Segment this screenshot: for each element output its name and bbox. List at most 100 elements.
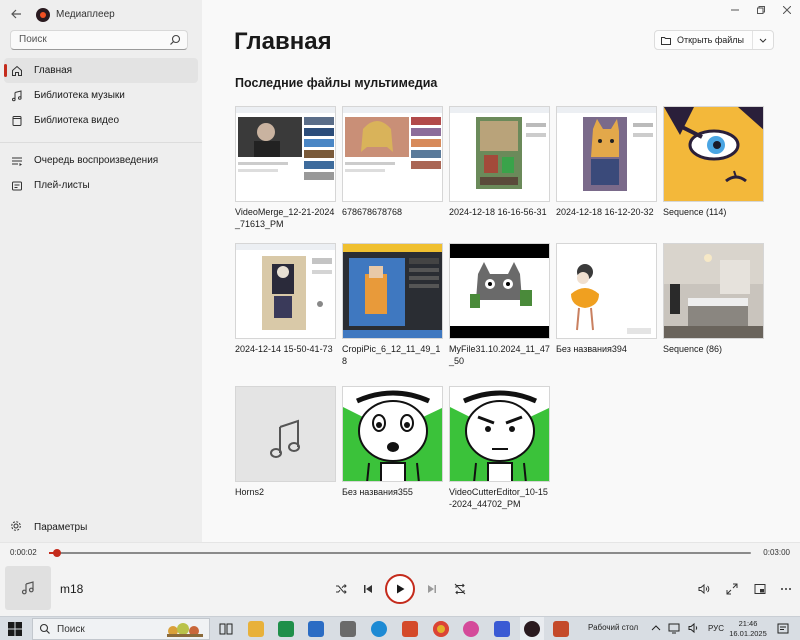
chrome-icon[interactable]	[433, 621, 449, 637]
search-highlight-icon	[167, 623, 203, 637]
file-explorer-icon[interactable]	[248, 621, 264, 637]
search-box[interactable]	[10, 30, 188, 50]
track-title: m18	[60, 582, 84, 596]
media-tile[interactable]: VideoMerge_12-21-2024_71613_PM	[235, 106, 336, 230]
media-title: Без названия394	[556, 344, 627, 354]
taskbar-search-label: Поиск	[57, 623, 85, 635]
mini-player-icon	[754, 584, 766, 594]
seek-bar-thumb[interactable]	[53, 549, 61, 557]
nav-item-home[interactable]: Главная	[4, 58, 198, 83]
title-bar: Медиаплеер	[0, 0, 202, 30]
restore-button[interactable]	[748, 0, 774, 20]
close-button[interactable]	[774, 0, 800, 20]
edge-icon[interactable]	[371, 621, 387, 637]
media-tile[interactable]: CropiPic_6_12_11_49_18	[342, 243, 443, 367]
previous-button[interactable]	[360, 581, 376, 597]
app-icon[interactable]	[463, 621, 479, 637]
media-thumbnail	[342, 243, 443, 339]
minimize-button[interactable]	[722, 0, 748, 20]
media-tile[interactable]: 2024-12-18 16-12-20-32	[556, 106, 657, 218]
settings-label: Параметры	[34, 521, 88, 533]
network-icon[interactable]	[668, 622, 680, 634]
more-icon	[781, 588, 791, 590]
nav-item-music-library[interactable]: Библиотека музыки	[4, 83, 198, 108]
open-files-dropdown[interactable]	[753, 31, 773, 49]
search-icon[interactable]	[169, 34, 181, 46]
task-view-icon[interactable]	[218, 621, 234, 637]
volume-icon[interactable]	[688, 622, 700, 634]
sidebar: Медиаплеер Главная Библиотека музыки Биб…	[0, 0, 202, 542]
app-icon[interactable]	[340, 621, 356, 637]
nav-item-play-queue[interactable]: Очередь воспроизведения	[4, 148, 198, 173]
nav-label: Библиотека видео	[34, 115, 120, 126]
restore-icon	[757, 6, 765, 14]
taskbar-search[interactable]: Поиск	[32, 618, 210, 640]
repeat-icon	[454, 583, 466, 595]
more-options-button[interactable]	[778, 581, 794, 597]
media-tile[interactable]: 2024-12-14 15-50-41-73	[235, 243, 336, 355]
media-player-taskbar-icon[interactable]	[524, 621, 540, 637]
media-title: Sequence (86)	[663, 344, 723, 354]
app-icon[interactable]	[402, 621, 418, 637]
clock-date: 16.01.2025	[729, 629, 767, 638]
media-tile[interactable]: 2024-12-18 16-16-56-31	[449, 106, 550, 218]
nav-label: Плей-листы	[34, 180, 90, 191]
shuffle-icon	[336, 584, 347, 594]
notifications-icon[interactable]	[776, 622, 790, 636]
playlist-icon	[10, 179, 24, 193]
desktop-toolbar-label[interactable]: Рабочий стол	[588, 623, 638, 632]
language-indicator[interactable]: РУС	[708, 624, 724, 633]
next-icon	[428, 585, 436, 593]
repeat-button[interactable]	[452, 581, 468, 597]
fullscreen-button[interactable]	[724, 581, 740, 597]
music-note-icon	[236, 387, 335, 481]
search-icon	[39, 623, 50, 634]
shuffle-button[interactable]	[333, 581, 349, 597]
current-time: 0:00:02	[10, 548, 37, 557]
nav-label: Библиотека музыки	[34, 90, 125, 101]
music-note-icon	[21, 581, 34, 595]
open-files-label: Открыть файлы	[677, 35, 745, 45]
media-thumbnail	[235, 106, 336, 202]
search-input[interactable]	[19, 34, 169, 45]
clock[interactable]: 21:46 16.01.2025	[728, 619, 768, 639]
queue-icon	[10, 154, 24, 168]
play-button[interactable]	[385, 574, 415, 604]
media-tile[interactable]: 678678678768	[342, 106, 443, 218]
nav-item-playlists[interactable]: Плей-листы	[4, 173, 198, 198]
start-button[interactable]	[8, 622, 22, 636]
media-tile[interactable]: Без названия394	[556, 243, 657, 355]
app-icon[interactable]	[278, 621, 294, 637]
app-logo-icon	[36, 8, 50, 22]
app-icon[interactable]	[553, 621, 569, 637]
media-tile[interactable]: Sequence (86)	[663, 243, 764, 355]
media-thumbnail	[663, 243, 764, 339]
app-icon[interactable]	[308, 621, 324, 637]
next-button[interactable]	[424, 581, 440, 597]
album-art[interactable]	[5, 566, 51, 610]
chevron-up-icon[interactable]	[650, 622, 662, 634]
settings-button[interactable]: Параметры	[0, 516, 202, 538]
open-files-button[interactable]: Открыть файлы	[654, 30, 775, 50]
media-title: Sequence (114)	[663, 207, 727, 217]
app-icon[interactable]	[494, 621, 510, 637]
nav-item-video-library[interactable]: Библиотека видео	[4, 108, 198, 133]
media-tile[interactable]: Без названия355	[342, 386, 443, 498]
media-tile[interactable]: MyFile31.10.2024_11_47_50	[449, 243, 550, 367]
media-tile[interactable]: VideoCutterEditor_10-15-2024_44702_PM	[449, 386, 550, 510]
seek-bar[interactable]	[49, 549, 751, 557]
section-title: Последние файлы мультимедиа	[235, 76, 438, 90]
player-bar: 0:00:02 0:03:00 m18	[0, 542, 800, 616]
mini-player-button[interactable]	[752, 581, 768, 597]
media-tile[interactable]: Sequence (114)	[663, 106, 764, 218]
volume-button[interactable]	[696, 581, 712, 597]
back-button[interactable]	[8, 8, 24, 24]
app-title: Медиаплеер	[56, 9, 115, 20]
media-thumbnail	[342, 106, 443, 202]
play-icon	[397, 584, 405, 594]
media-title: CropiPic_6_12_11_49_18	[342, 344, 441, 366]
taskbar: Поиск Рабочий стол РУС 21:46 16.01.2025	[0, 616, 800, 640]
media-thumbnail	[449, 386, 550, 482]
media-tile[interactable]: Horns2	[235, 386, 336, 498]
open-files-main[interactable]: Открыть файлы	[655, 31, 754, 49]
